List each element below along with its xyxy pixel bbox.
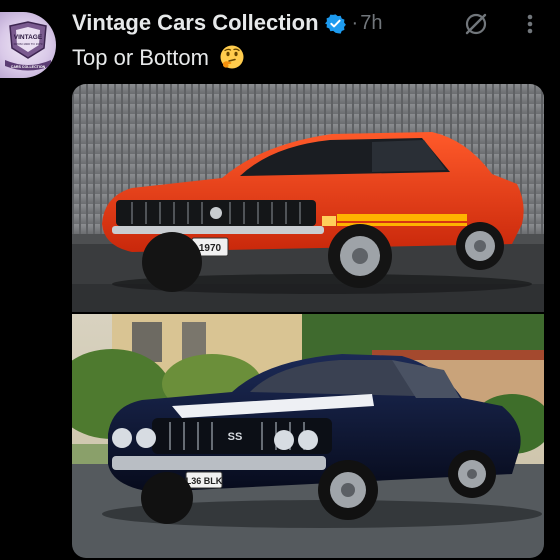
vintage-cars-logo: VINTAGE FROM 1900 TO 1970 CARS COLLECTIO… <box>5 21 51 71</box>
bottom-car-photo[interactable]: SS L36 BLK <box>72 314 544 558</box>
top-license-plate: 1970 <box>199 243 222 254</box>
bottom-license-plate: L36 BLK <box>186 476 223 486</box>
author-name[interactable]: Vintage Cars Collection <box>72 10 319 36</box>
avatar-badge-line1: VINTAGE <box>14 34 43 41</box>
avatar-badge-line3: CARS COLLECTION <box>11 65 46 69</box>
post-text: Top or Bottom <box>72 44 245 76</box>
post-text-content: Top or Bottom <box>72 45 209 70</box>
post-media: 1970 SS L36 BLK <box>72 84 544 558</box>
grok-icon[interactable] <box>462 10 490 38</box>
more-vertical-icon[interactable] <box>520 10 540 38</box>
avatar-badge-line2: FROM 1900 TO 1970 <box>14 42 43 46</box>
top-car-photo[interactable]: 1970 <box>72 84 544 312</box>
thinking-face-emoji-icon <box>219 44 245 76</box>
post-timestamp[interactable]: 7h <box>360 12 382 35</box>
avatar[interactable]: VINTAGE FROM 1900 TO 1970 CARS COLLECTIO… <box>0 12 56 78</box>
bottom-hood-badge: SS <box>228 431 243 443</box>
separator-dot: · <box>351 11 359 34</box>
verified-badge-icon[interactable] <box>324 13 346 34</box>
